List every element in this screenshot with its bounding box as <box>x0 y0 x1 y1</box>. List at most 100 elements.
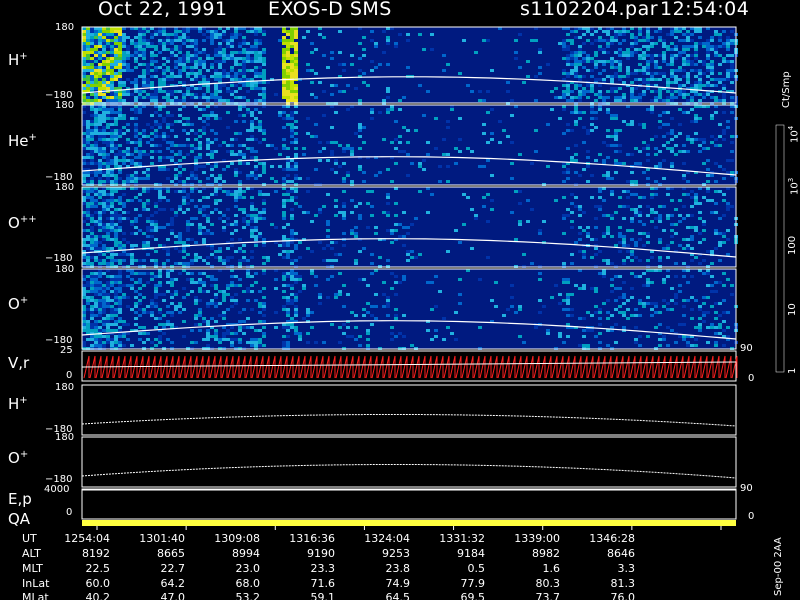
spectrogram-cell <box>722 344 726 347</box>
spectrogram-cell <box>622 120 626 123</box>
spectrogram-cell <box>650 111 654 114</box>
spectrogram-cell <box>194 256 198 259</box>
spectrogram-cell <box>206 196 210 199</box>
spectrogram-cell <box>186 93 190 96</box>
spectrogram-cell <box>658 78 662 81</box>
spectrogram-cell <box>246 287 250 290</box>
spectrogram-cell <box>218 33 222 36</box>
spectrogram-cell <box>286 341 290 344</box>
spectrogram-cell <box>258 302 262 305</box>
spectrogram-cell <box>170 78 174 81</box>
spectrogram-cell <box>594 290 598 293</box>
spectrogram-cell <box>214 51 218 54</box>
spectrogram-cell <box>686 45 690 48</box>
spectrogram-cell <box>642 78 646 81</box>
spectrogram-cell <box>458 150 462 153</box>
spectrogram-cell <box>510 296 514 299</box>
spectrogram-cell <box>90 256 94 259</box>
spectrogram-cell <box>86 135 90 138</box>
spectrogram-cell <box>114 30 118 33</box>
spectrogram-cell <box>94 30 98 33</box>
spectrogram-cell <box>490 174 494 177</box>
spectrogram-cell <box>130 81 134 84</box>
spectrogram-cell <box>690 247 694 250</box>
spectrogram-cell <box>82 132 86 135</box>
spectrogram-cell <box>406 33 410 36</box>
spectrogram-cell <box>730 96 734 99</box>
spectrogram-cell <box>114 275 118 278</box>
spectrogram-cell <box>282 344 286 347</box>
spectrogram-cell <box>114 290 118 293</box>
spectrogram-cell <box>194 78 198 81</box>
spectrogram-cell <box>86 156 90 159</box>
spectrogram-cell <box>90 275 94 278</box>
spectrogram-cell <box>642 123 646 126</box>
spectrogram-cell <box>602 259 606 262</box>
spectrogram-cell <box>230 99 234 102</box>
spectrogram-cell <box>218 314 222 317</box>
spectrogram-cell <box>106 108 110 111</box>
spectrogram-cell <box>402 275 406 278</box>
spectrogram-cell <box>90 205 94 208</box>
spectrogram-cell <box>398 235 402 238</box>
spectrogram-cell <box>86 99 90 102</box>
spectrogram-cell <box>642 36 646 39</box>
spectrogram-cell <box>686 60 690 63</box>
spectrogram-cell <box>182 211 186 214</box>
spectrogram-cell <box>110 60 114 63</box>
oline-ytop: 180 <box>55 432 75 443</box>
spectrogram-cell <box>82 177 86 180</box>
spectrogram-cell <box>574 72 578 75</box>
spectrogram-cell <box>122 60 126 63</box>
spectrogram-cell <box>138 162 142 165</box>
spectrogram-cell <box>102 84 106 87</box>
spectrogram-cell <box>110 33 114 36</box>
spectrogram-cell <box>118 78 122 81</box>
spectrogram-cell <box>726 335 730 338</box>
spectrogram-cell <box>226 293 230 296</box>
spectrogram-cell <box>130 272 134 275</box>
spectrogram-cell <box>490 138 494 141</box>
spectrogram-cell <box>294 36 298 39</box>
spectrogram-cell <box>538 66 542 69</box>
spectrogram-cell <box>146 311 150 314</box>
spectrogram-cell <box>358 123 362 126</box>
spectrogram-cell <box>114 33 118 36</box>
spectrogram-cell <box>254 338 258 341</box>
spectrogram-cell <box>698 60 702 63</box>
spectrogram-cell <box>698 84 702 87</box>
spectrogram-cell <box>606 177 610 180</box>
spectrogram-cell <box>106 238 110 241</box>
spectrogram-cell <box>86 202 90 205</box>
ephemeris-cell: 22.7 <box>160 562 186 575</box>
spectrogram-cell <box>290 208 294 211</box>
spectrogram-cell <box>250 174 254 177</box>
spectrogram-cell <box>394 308 398 311</box>
spectrogram-cell <box>110 220 114 223</box>
spectrogram-cell <box>98 293 102 296</box>
spectrogram-cell <box>130 223 134 226</box>
spectrogram-cell <box>282 272 286 275</box>
spectrogram-cell <box>86 253 90 256</box>
spectrogram-cell <box>678 54 682 57</box>
spectrogram-cell <box>318 150 322 153</box>
spectrogram-cell <box>258 341 262 344</box>
he-ytop: 180 <box>55 100 75 111</box>
spectrogram-cell <box>610 36 614 39</box>
spectrogram-cell <box>614 159 618 162</box>
spectrogram-cell <box>262 57 266 60</box>
spectrogram-cell <box>710 305 714 308</box>
spectrogram-cell <box>142 75 146 78</box>
spectrogram-cell <box>306 63 310 66</box>
spectrogram-cell <box>290 165 294 168</box>
spectrogram-cell <box>438 290 442 293</box>
spectrogram-cell <box>614 39 618 42</box>
ephemeris-cell: 23.8 <box>385 562 411 575</box>
spectrogram-cell <box>666 302 670 305</box>
spectrogram-cell <box>566 54 570 57</box>
spectrogram-cell <box>698 317 702 320</box>
spectrogram-cell <box>238 51 242 54</box>
spectrogram-cell <box>562 171 566 174</box>
spectrogram-cell <box>678 90 682 93</box>
spectrogram-cell <box>674 262 678 265</box>
